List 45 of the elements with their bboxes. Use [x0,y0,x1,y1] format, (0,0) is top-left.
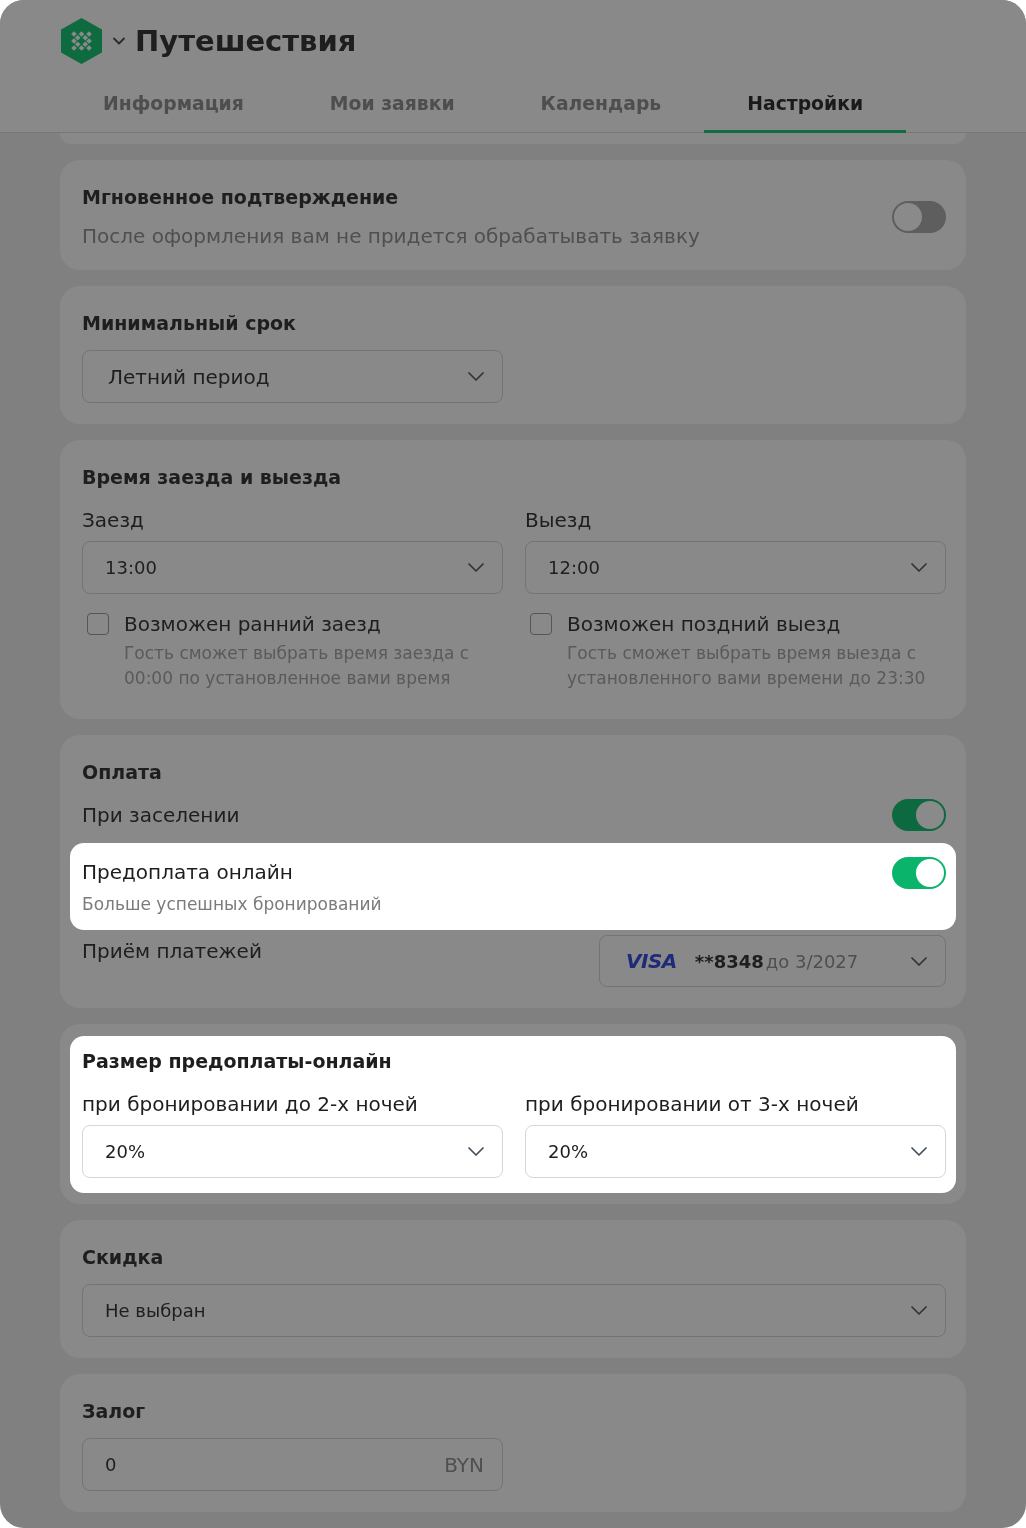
toggle-switch[interactable] [892,857,946,889]
logo-icon [60,18,103,64]
dropdown[interactable]: Не выбран [82,1284,946,1337]
option-label: Приём платежей [82,938,262,964]
field-label: при бронировании от 3-х ночей [525,1091,860,1117]
page-title: Путешествия [135,23,357,59]
dropdown[interactable]: 20% [82,1125,503,1178]
chevron-down-icon [911,1306,927,1315]
chevron-down-icon [911,563,927,572]
field-label: Выезд [525,507,593,533]
dropdown[interactable]: 13:00 [82,541,503,594]
chevron-down-icon [468,1147,484,1156]
section-title: Размер предоплаты-онлайн [82,1049,393,1074]
amount-field[interactable]: 0 BYN [82,1438,503,1491]
currency-unit: BYN [444,1452,484,1477]
toggle-switch[interactable] [892,200,946,233]
checkbox-label: Возможен поздний выезд [567,611,842,637]
option-description: Больше успешных бронирований [82,893,382,915]
caret-down-icon[interactable] [112,37,126,45]
checkbox[interactable] [87,613,109,635]
payment-card-dropdown[interactable]: VISA **8348до 3/2027 [599,935,946,987]
chevron-down-icon [468,372,484,381]
chevron-down-icon [911,1147,927,1156]
section-title: Оплата [82,760,163,785]
section-description: После оформления вам не придется обрабатывать заявку [82,223,700,249]
option-label: При заселении [82,802,240,828]
option-label: Предоплата онлайн [82,859,294,885]
field-label: Заезд [82,507,145,533]
dropdown[interactable]: 12:00 [525,541,946,594]
dropdown[interactable]: 20% [525,1125,946,1178]
toggle-switch[interactable] [892,799,946,831]
field-label: при бронировании до 2-х ночей [82,1091,419,1117]
card-brand-logo: VISA [626,949,677,973]
card-number: **8348 [694,950,764,972]
checkbox[interactable] [530,613,552,635]
checkbox-label: Возможен ранний заезд [124,611,382,637]
section-title: Залог [82,1399,147,1424]
section-title: Скидка [82,1245,165,1270]
section-title: Время заезда и выезда [82,465,343,490]
chevron-down-icon [911,956,927,966]
chevron-down-icon [468,563,484,572]
dropdown[interactable]: Летний период [82,350,503,403]
card-expiry: до 3/2027 [765,950,859,972]
section-title: Мгновенное подтверждение [82,185,400,210]
section-title: Минимальный срок [82,311,297,336]
